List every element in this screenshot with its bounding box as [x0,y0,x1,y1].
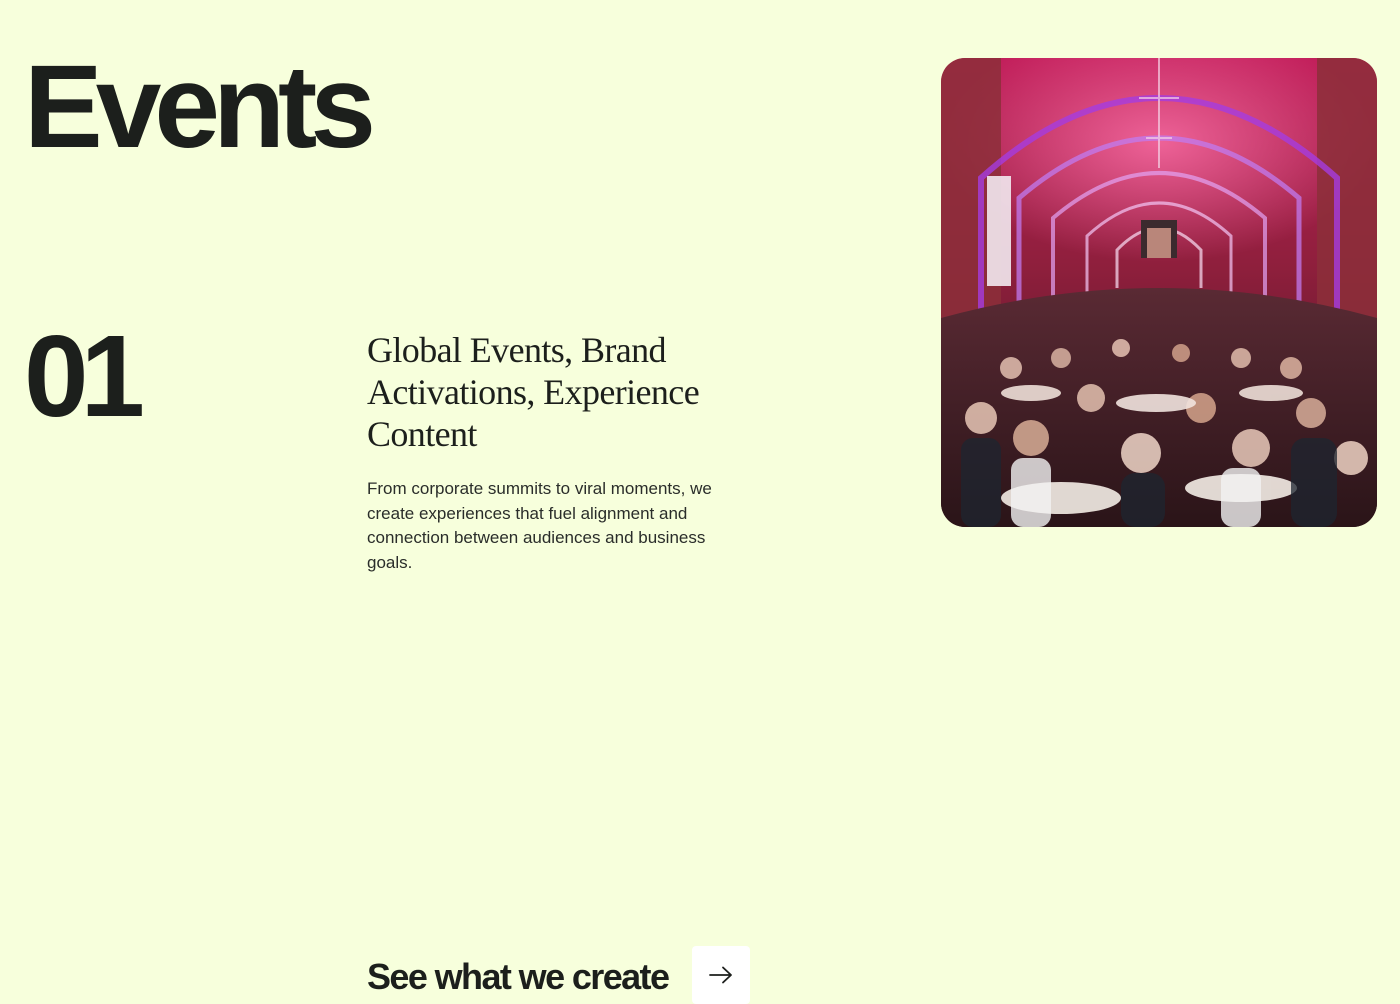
page-title: Events [24,41,376,173]
see-what-we-create-link[interactable]: See what we create [367,946,751,1004]
arrow-right-icon [709,966,733,984]
event-photo [941,58,1377,527]
section-number: 01 [24,311,145,441]
cta-label: See what we create [367,956,670,997]
section-description: From corporate summits to viral moments,… [367,479,712,572]
cta-arrow-button[interactable] [692,946,751,1004]
section-heading: Global Events, Brand Activations, Experi… [367,330,700,454]
